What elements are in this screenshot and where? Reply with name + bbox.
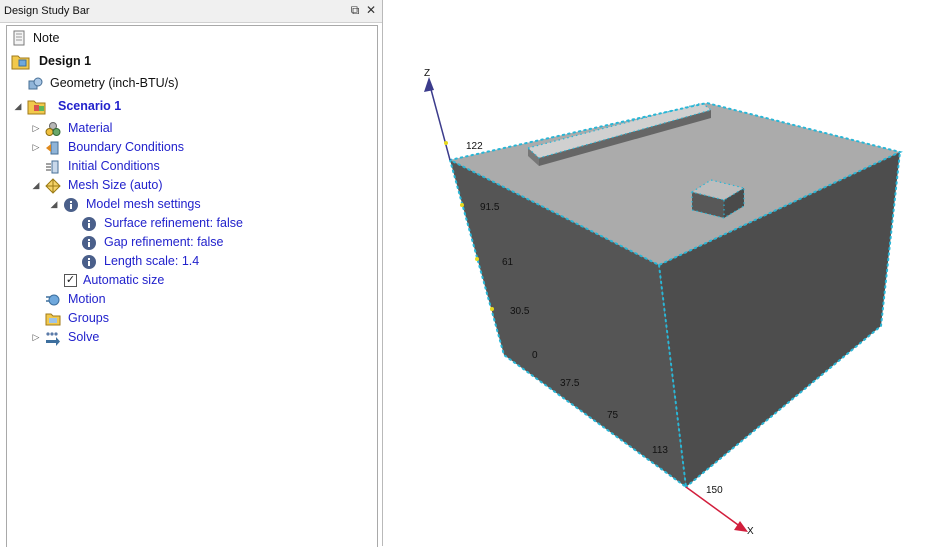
expand-arrow-icon[interactable]: ▷ — [31, 119, 41, 138]
automatic-size-checkbox[interactable]: ✓ — [64, 274, 77, 287]
tree-label-boundary-conditions: Boundary Conditions — [68, 140, 185, 154]
info-icon — [82, 255, 96, 269]
x-tick-label: 113 — [652, 445, 668, 456]
info-icon — [82, 236, 96, 250]
z-tick-marker — [490, 307, 494, 311]
x-axis-label: X — [747, 526, 754, 537]
tree-item-boundary-conditions[interactable]: ▷ Boundary Conditions — [7, 138, 367, 157]
close-icon[interactable]: ✕ — [364, 3, 378, 17]
tree-item-scenario[interactable]: ◢ Scenario 1 — [7, 97, 367, 116]
tree-label-surface-refinement: Surface refinement: false — [104, 216, 243, 230]
z-axis — [428, 81, 451, 161]
tree-item-gap-refinement[interactable]: Gap refinement: false — [7, 233, 367, 252]
model-view-svg[interactable]: Z X 122 91.5 61 30.5 0 37.5 75 113 150 — [384, 0, 934, 546]
tree-label-scenario: Scenario 1 — [58, 99, 122, 113]
tree-label-model-mesh-settings: Model mesh settings — [86, 197, 201, 211]
tree-label-geometry: Geometry (inch-BTU/s) — [50, 76, 179, 90]
motion-icon — [46, 294, 60, 306]
tree-label-automatic-size: Automatic size — [83, 273, 165, 287]
solve-icon — [46, 332, 60, 346]
tree-label-design: Design 1 — [39, 54, 92, 68]
model-viewport[interactable]: Z X 122 91.5 61 30.5 0 37.5 75 113 150 — [384, 0, 934, 546]
tree-item-initial-conditions[interactable]: Initial Conditions — [7, 157, 367, 176]
tree-item-surface-refinement[interactable]: Surface refinement: false — [7, 214, 367, 233]
tree-label-mesh-size: Mesh Size (auto) — [68, 178, 163, 192]
tree-label-gap-refinement: Gap refinement: false — [104, 235, 224, 249]
z-tick-label: 61 — [502, 257, 514, 268]
info-icon — [64, 198, 78, 212]
design-study-bar: Design Study Bar ⧉ ✕ Note Design 1 Geome… — [0, 0, 383, 547]
panel-title: Design Study Bar — [4, 5, 90, 17]
panel-header: Design Study Bar ⧉ ✕ — [0, 0, 382, 23]
groups-folder-icon — [45, 313, 61, 326]
tree-label-solve: Solve — [68, 330, 100, 344]
design-folder-icon — [11, 55, 30, 70]
tree-label-note: Note — [33, 31, 60, 45]
tree-item-length-scale[interactable]: Length scale: 1.4 — [7, 252, 367, 271]
tree-label-material: Material — [68, 121, 113, 135]
boundary-conditions-icon — [46, 141, 59, 155]
material-icon — [45, 122, 61, 136]
tree-item-note[interactable]: Note — [7, 29, 367, 48]
tree-item-material[interactable]: ▷ Material — [7, 119, 367, 138]
z-tick-marker — [460, 203, 464, 207]
tree-item-model-mesh-settings[interactable]: ◢ Model mesh settings — [7, 195, 367, 214]
tree-label-motion: Motion — [68, 292, 106, 306]
z-tick-label: 30.5 — [510, 306, 530, 317]
tree-item-design[interactable]: Design 1 — [7, 52, 367, 71]
tree-item-automatic-size[interactable]: ✓ Automatic size — [7, 271, 367, 290]
scenario-folder-icon — [27, 100, 46, 115]
tree-item-geometry[interactable]: Geometry (inch-BTU/s) — [7, 74, 367, 93]
mesh-size-icon — [45, 178, 61, 194]
restore-window-icon[interactable]: ⧉ — [348, 3, 362, 17]
tree-label-groups: Groups — [68, 311, 109, 325]
collapse-arrow-icon[interactable]: ◢ — [49, 195, 59, 214]
design-tree: Note Design 1 Geometry (inch-BTU/s) ◢ Sc… — [6, 25, 378, 547]
z-tick-label: 0 — [532, 350, 538, 361]
collapse-arrow-icon[interactable]: ◢ — [31, 176, 41, 195]
tree-item-solve[interactable]: ▷ Solve — [7, 328, 367, 347]
expand-arrow-icon[interactable]: ▷ — [31, 138, 41, 157]
z-axis-arrowhead — [424, 77, 434, 92]
tree-label-length-scale: Length scale: 1.4 — [104, 254, 200, 268]
z-tick-marker — [475, 257, 479, 261]
z-axis-label: Z — [424, 68, 430, 79]
tree-item-motion[interactable]: Motion — [7, 290, 367, 309]
initial-conditions-icon — [46, 160, 59, 174]
x-tick-label: 37.5 — [560, 378, 580, 389]
geometry-icon — [28, 77, 43, 90]
x-tick-label: 150 — [706, 485, 723, 496]
collapse-arrow-icon[interactable]: ◢ — [13, 97, 23, 116]
info-icon — [82, 217, 96, 231]
tree-item-mesh-size[interactable]: ◢ Mesh Size (auto) — [7, 176, 367, 195]
z-tick-label: 122 — [466, 141, 483, 152]
tree-label-initial-conditions: Initial Conditions — [68, 159, 160, 173]
z-tick-label: 91.5 — [480, 202, 500, 213]
tree-item-groups[interactable]: Groups — [7, 309, 367, 328]
z-tick-marker — [444, 141, 448, 145]
x-tick-label: 75 — [607, 410, 619, 421]
note-icon — [13, 30, 25, 46]
expand-arrow-icon[interactable]: ▷ — [31, 328, 41, 347]
